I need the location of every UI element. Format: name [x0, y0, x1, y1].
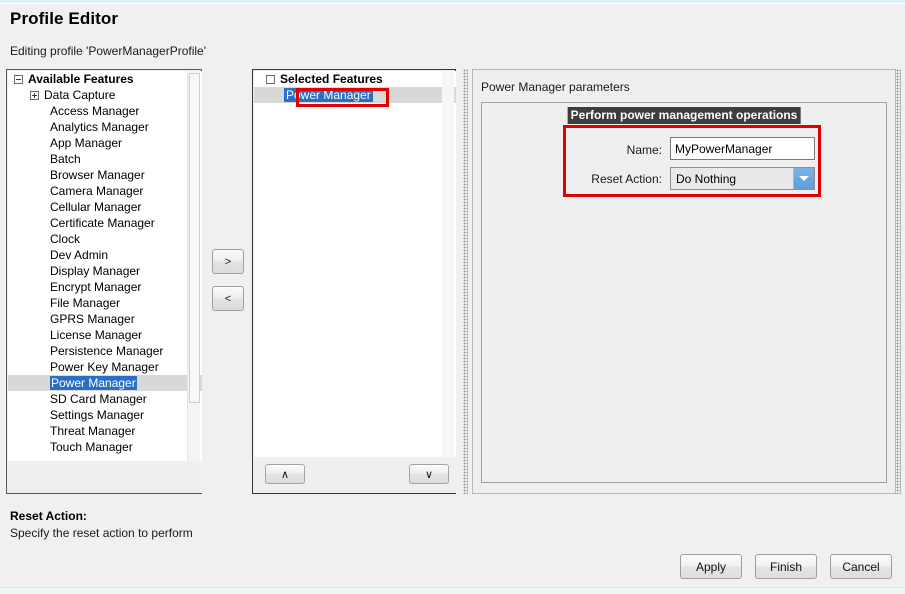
tree-item[interactable]: Power Key Manager: [8, 359, 202, 375]
tree-item[interactable]: Persistence Manager: [8, 343, 202, 359]
transfer-button-group: > <: [212, 249, 246, 323]
tree-item-label: Data Capture: [44, 88, 116, 102]
available-list-scrollbar[interactable]: [187, 71, 200, 461]
profile-editor-window: Profile Editor Editing profile 'PowerMan…: [0, 0, 905, 594]
tree-item-label: License Manager: [50, 328, 143, 342]
tree-item-label: Touch Manager: [50, 440, 133, 454]
selected-feature-item[interactable]: Power Manager: [254, 87, 456, 103]
tree-item-label: Cellular Manager: [50, 200, 142, 214]
tree-item[interactable]: Touch Manager: [8, 439, 202, 455]
tree-item-label: Settings Manager: [50, 408, 145, 422]
finish-button[interactable]: Finish: [755, 554, 817, 579]
page-subtitle: Editing profile 'PowerManagerProfile': [10, 44, 207, 58]
tree-item-label: Power Manager: [50, 376, 137, 390]
tree-item-label: Analytics Manager: [50, 120, 149, 134]
splitter-sash-left[interactable]: [463, 69, 468, 494]
tree-item-label: Display Manager: [50, 264, 141, 278]
tree-item-label: File Manager: [50, 296, 121, 310]
tree-item-label: Encrypt Manager: [50, 280, 142, 294]
move-down-button[interactable]: ∨: [409, 464, 449, 484]
window-top-accent-highlight: [0, 3, 905, 4]
add-feature-button[interactable]: >: [212, 249, 244, 274]
tree-item[interactable]: Encrypt Manager: [8, 279, 202, 295]
tree-item[interactable]: Clock: [8, 231, 202, 247]
tree-item[interactable]: Access Manager: [8, 103, 202, 119]
bottom-bar: [0, 588, 905, 594]
power-management-group: Perform power management operations Name…: [481, 102, 887, 483]
available-features-panel: Available Features Data Capture Access Ma…: [6, 69, 202, 494]
collapse-icon[interactable]: [266, 75, 275, 85]
tree-item-label: Persistence Manager: [50, 344, 164, 358]
tree-item-label: App Manager: [50, 136, 123, 150]
tree-item[interactable]: Power Manager: [8, 375, 202, 391]
tree-root-selected[interactable]: Selected Features: [254, 71, 456, 87]
tree-item-label: Batch: [50, 152, 81, 166]
reset-action-field-label: Reset Action:: [591, 172, 662, 186]
page-title: Profile Editor: [10, 9, 119, 28]
selected-panel-footer: ∧ ∨: [254, 457, 456, 493]
tree-item-label: Access Manager: [50, 104, 140, 118]
tree-item[interactable]: App Manager: [8, 135, 202, 151]
parameters-panel: Power Manager parameters Perform power m…: [472, 69, 896, 494]
tree-item[interactable]: Analytics Manager: [8, 119, 202, 135]
name-input[interactable]: [670, 137, 815, 160]
tree-item[interactable]: Batch: [8, 151, 202, 167]
tree-item-label: Dev Admin: [50, 248, 109, 262]
tree-item[interactable]: File Manager: [8, 295, 202, 311]
group-title: Perform power management operations: [567, 107, 801, 124]
help-title: Reset Action:: [10, 509, 87, 523]
selected-feature-label: Power Manager: [284, 88, 373, 102]
tree-item[interactable]: GPRS Manager: [8, 311, 202, 327]
expand-icon[interactable]: [30, 91, 39, 101]
move-up-button[interactable]: ∧: [265, 464, 305, 484]
tree-item[interactable]: Certificate Manager: [8, 215, 202, 231]
tree-item[interactable]: Browser Manager: [8, 167, 202, 183]
tree-item-label: Power Key Manager: [50, 360, 159, 374]
scrollbar-thumb[interactable]: [189, 73, 200, 403]
tree-item[interactable]: Settings Manager: [8, 407, 202, 423]
splitter-sash-right[interactable]: [896, 69, 901, 494]
reset-action-value: Do Nothing: [676, 171, 737, 186]
tree-item-label: GPRS Manager: [50, 312, 135, 326]
name-field-label: Name:: [626, 143, 662, 157]
parameters-title: Power Manager parameters: [481, 80, 630, 94]
selected-features-tree[interactable]: Selected Features Power Manager: [254, 71, 456, 457]
available-panel-footer: [8, 461, 202, 493]
selected-list-scrollbar[interactable]: [442, 71, 454, 457]
tree-item[interactable]: Camera Manager: [8, 183, 202, 199]
tree-item[interactable]: Threat Manager: [8, 423, 202, 439]
tree-root-label: Available Features: [28, 72, 134, 86]
remove-feature-button[interactable]: <: [212, 286, 244, 311]
cancel-button[interactable]: Cancel: [830, 554, 892, 579]
chevron-down-icon[interactable]: [793, 168, 814, 189]
tree-item-label: Certificate Manager: [50, 216, 155, 230]
tree-item-label: Threat Manager: [50, 424, 136, 438]
tree-item[interactable]: Display Manager: [8, 263, 202, 279]
help-description: Specify the reset action to perform: [10, 526, 193, 540]
tree-item-label: Clock: [50, 232, 81, 246]
tree-root-available[interactable]: Available Features: [8, 71, 202, 87]
selected-features-panel: Selected Features Power Manager ∧ ∨: [252, 69, 456, 494]
available-features-tree[interactable]: Available Features Data Capture Access Ma…: [8, 71, 202, 461]
tree-item[interactable]: Dev Admin: [8, 247, 202, 263]
tree-root-label: Selected Features: [280, 72, 383, 86]
tree-item[interactable]: Data Capture: [8, 87, 202, 103]
tree-item[interactable]: License Manager: [8, 327, 202, 343]
tree-item[interactable]: Cellular Manager: [8, 199, 202, 215]
collapse-icon[interactable]: [14, 75, 23, 85]
tree-item-label: Camera Manager: [50, 184, 144, 198]
tree-item-label: SD Card Manager: [50, 392, 147, 406]
tree-item[interactable]: SD Card Manager: [8, 391, 202, 407]
reset-action-dropdown[interactable]: Do Nothing: [670, 167, 815, 190]
apply-button[interactable]: Apply: [680, 554, 742, 579]
tree-item-label: Browser Manager: [50, 168, 145, 182]
